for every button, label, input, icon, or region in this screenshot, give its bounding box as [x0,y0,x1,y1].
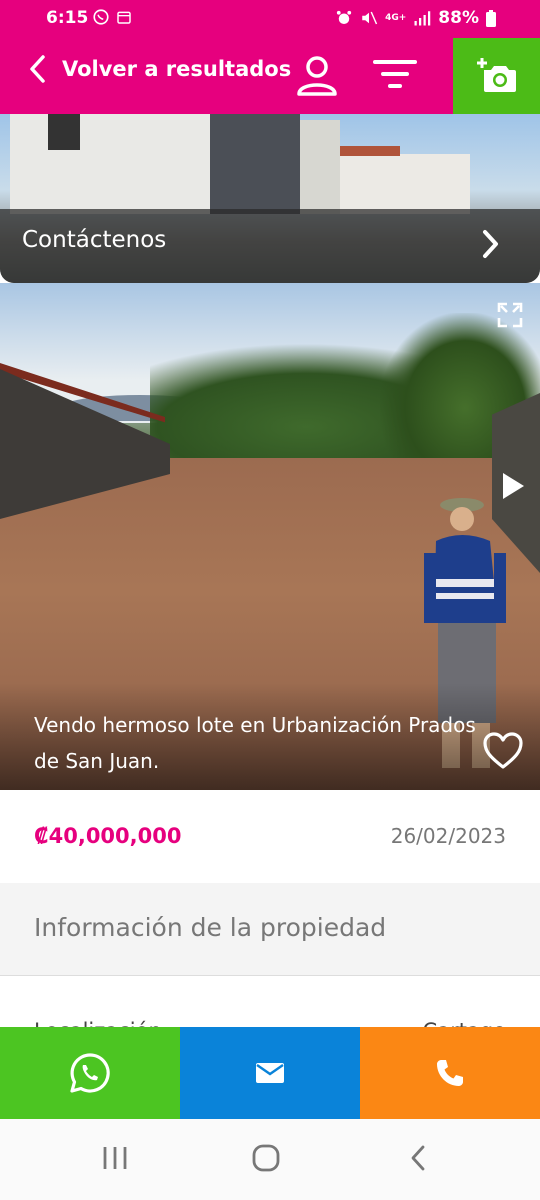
banner-roof [340,146,400,156]
system-back-button[interactable] [403,1143,433,1177]
banner-house-far [340,154,470,214]
user-account-button[interactable] [294,52,340,98]
signal-icon [414,11,431,26]
whatsapp-icon [70,1053,110,1093]
play-icon [503,473,524,499]
contact-strip: Contáctenos [0,209,540,283]
listing-price: ₡40,000,000 [34,824,182,848]
whatsapp-button[interactable] [0,1027,180,1119]
back-label: Volver a resultados [62,57,292,81]
back-icon [411,1145,425,1171]
contact-label: Contáctenos [22,227,167,253]
calendar-notification-icon [117,11,131,24]
phone-icon [437,1060,463,1086]
alarm-icon [336,10,352,24]
status-bar: 6:15 4G+ 88% [0,0,540,38]
favorite-button[interactable] [482,731,524,771]
banner-house-image [10,114,210,214]
info-row-value: Cartago [423,1019,506,1027]
app-header: 6:15 4G+ 88% Volver a resultados [0,0,540,114]
contact-banner[interactable]: Contáctenos [0,114,540,283]
banner-house-right [300,120,340,214]
next-photo-button[interactable] [500,471,526,501]
email-button[interactable] [180,1027,360,1119]
filter-button[interactable] [372,56,418,96]
property-info-section: Información de la propiedad [0,883,540,976]
back-to-results-button[interactable]: Volver a resultados [28,54,291,84]
recent-apps-icon [103,1147,127,1169]
contact-actions-bar [0,1027,540,1119]
mute-icon [362,11,378,25]
listing-caption: Vendo hermoso lote en Urbanización Prado… [34,713,476,773]
info-row-key: Localización [34,1019,162,1027]
status-time: 6:15 [46,8,89,28]
navigation-bar: Volver a resultados [0,38,540,114]
whatsapp-notification-icon [93,9,109,25]
system-navigation-bar [0,1119,540,1200]
battery-level: 88% [438,8,479,28]
filter-icon [373,60,417,88]
status-system-icons: 4G+ 88% [335,8,496,28]
add-photo-icon [476,58,516,92]
expand-icon [497,302,523,328]
home-icon [252,1144,280,1172]
banner-house-window [48,114,80,150]
user-icon [297,56,337,96]
home-button[interactable] [251,1143,281,1177]
price-row: ₡40,000,000 26/02/2023 [0,790,540,883]
status-notification-icons [92,8,132,26]
recent-apps-button[interactable] [100,1143,130,1177]
chevron-right-icon [483,230,498,258]
battery-icon [486,9,496,27]
add-photo-button[interactable] [453,38,540,114]
banner-house-dark [210,114,300,214]
network-type: 4G+ [385,12,407,23]
info-row: Localización Cartago [0,977,540,1027]
listing-date: 26/02/2023 [390,824,506,848]
heart-icon [483,732,523,769]
property-info-title: Información de la propiedad [34,913,387,942]
mail-icon [256,1063,284,1083]
expand-photo-button[interactable] [496,301,524,329]
chevron-left-icon [30,55,45,83]
call-button[interactable] [360,1027,540,1119]
property-photo[interactable]: Vendo hermoso lote en Urbanización Prado… [0,283,540,790]
